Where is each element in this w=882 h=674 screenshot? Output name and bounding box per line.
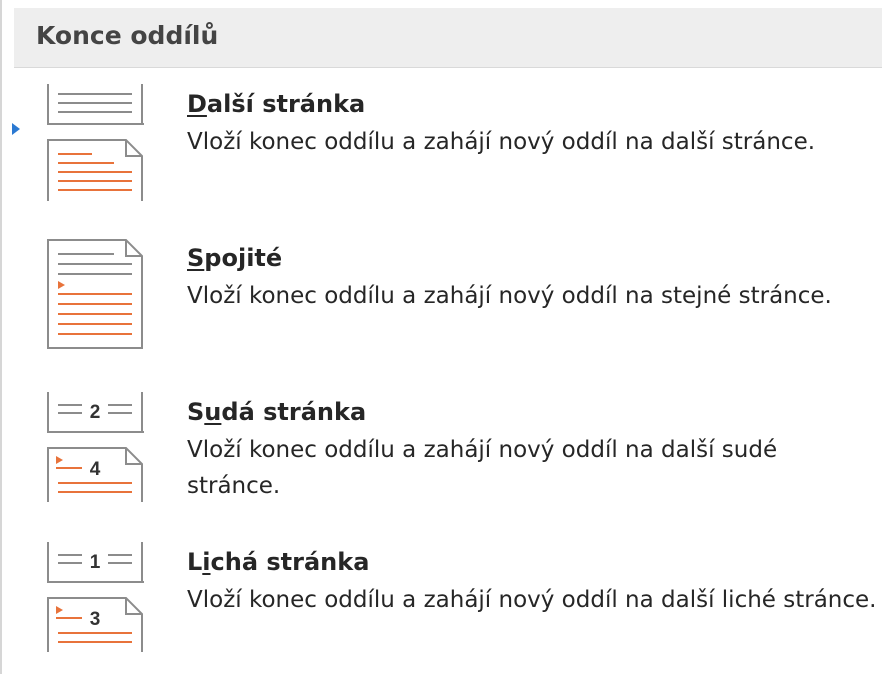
menu-item-continuous[interactable]: Spojité Vloží konec oddílu a zahájí nový…: [14, 236, 874, 376]
selected-indicator-icon: [12, 123, 20, 135]
item-title: Další stránka: [187, 90, 366, 118]
continuous-break-icon: [34, 236, 144, 361]
item-title: Spojité: [187, 244, 283, 272]
item-title: Lichá stránka: [187, 548, 370, 576]
odd-page-break-icon: 1 3: [34, 540, 144, 665]
page-number-label: 1: [90, 552, 101, 573]
menu-item-odd-page[interactable]: 1 3 Lichá stránka Vloží konec oddílu a z…: [14, 540, 877, 674]
item-description: Vloží konec oddílu a zahájí nový oddíl n…: [187, 283, 832, 309]
item-description: Vloží konec oddílu a zahájí nový oddíl n…: [187, 129, 816, 155]
menu-item-next-page[interactable]: Další stránka Vloží konec oddílu a zaháj…: [12, 82, 874, 222]
item-title: Sudá stránka: [187, 398, 367, 426]
item-description: Vloží konec oddílu a zahájí nový oddíl n…: [187, 437, 778, 499]
section-breaks-header: Konce oddílů: [14, 8, 882, 68]
next-page-break-icon: [34, 82, 144, 207]
page-number-label: 2: [90, 402, 101, 423]
page-number-label: 3: [90, 609, 101, 630]
menu-item-even-page[interactable]: 2 4 Sudá stránka Vloží konec oddílu a za…: [14, 390, 874, 530]
page-number-label: 4: [90, 459, 101, 480]
item-description: Vloží konec oddílu a zahájí nový oddíl n…: [187, 587, 877, 613]
section-breaks-title: Konce oddílů: [36, 21, 219, 50]
menu-left-border: [0, 0, 2, 674]
even-page-break-icon: 2 4: [34, 390, 144, 515]
